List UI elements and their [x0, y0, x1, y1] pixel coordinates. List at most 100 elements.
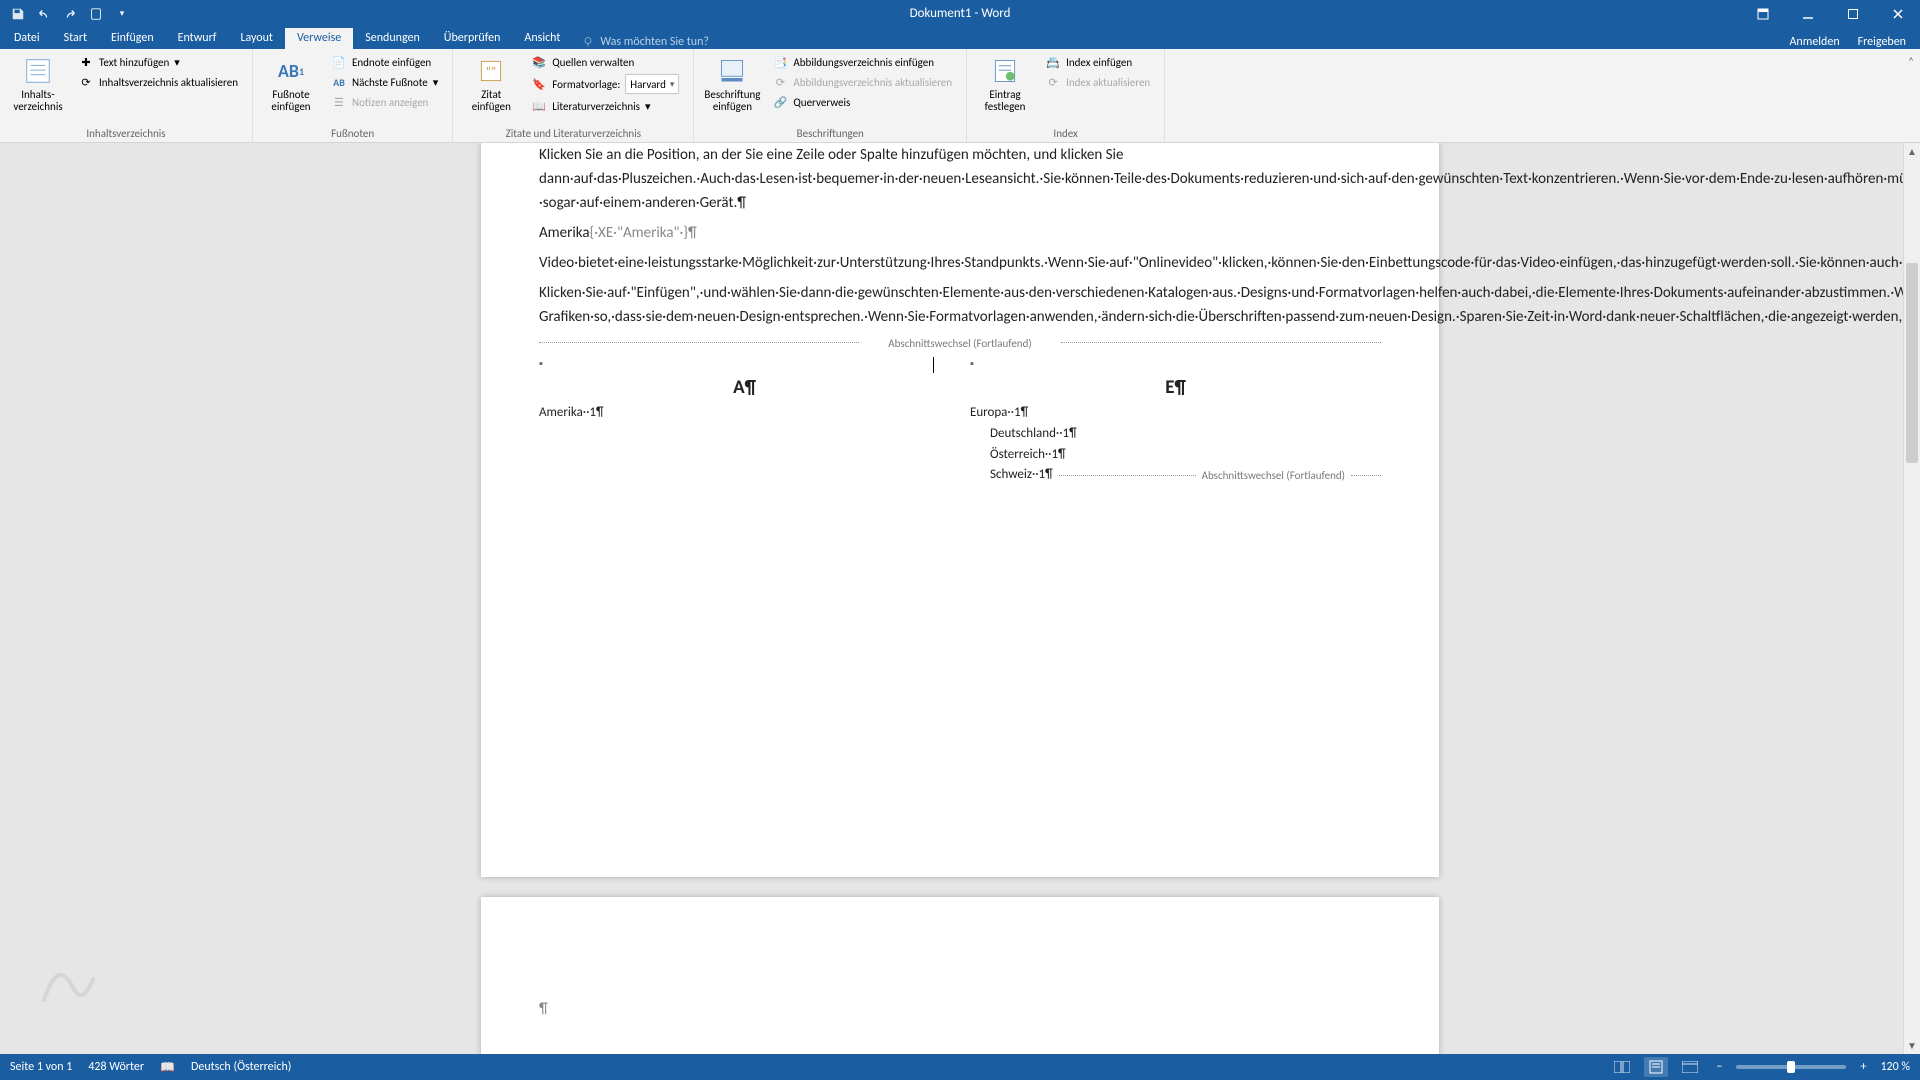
- show-notes-button: ☰Notizen anzeigen: [327, 93, 442, 111]
- index-subentry[interactable]: Österreich··1¶: [970, 445, 1381, 466]
- svg-text:“”: “”: [486, 64, 496, 79]
- tab-references[interactable]: Verweise: [285, 28, 353, 49]
- lightbulb-icon: [582, 36, 594, 48]
- scroll-up-icon[interactable]: ▲: [1904, 143, 1920, 160]
- insert-footnote-button[interactable]: AB1 Fußnote einfügen: [263, 53, 319, 113]
- index-heading-e[interactable]: E¶: [970, 373, 1381, 403]
- empty-paragraph[interactable]: ¶: [539, 997, 1381, 1021]
- zoom-slider-thumb[interactable]: [1787, 1061, 1795, 1073]
- index-heading-a[interactable]: A¶: [539, 373, 950, 403]
- zoom-in-button[interactable]: +: [1856, 1060, 1870, 1074]
- tab-layout[interactable]: Layout: [228, 28, 285, 49]
- word-count[interactable]: 428 Wörter: [88, 1060, 144, 1074]
- citation-icon: “”: [475, 55, 507, 87]
- show-notes-icon: ☰: [331, 94, 347, 110]
- mark-entry-button[interactable]: Eintrag festlegen: [977, 53, 1033, 113]
- caption-label: Beschriftung einfügen: [704, 89, 760, 113]
- tab-insert[interactable]: Einfügen: [99, 28, 166, 49]
- print-layout-icon[interactable]: [1644, 1057, 1668, 1077]
- cross-reference-button[interactable]: 🔗Querverweis: [768, 93, 956, 111]
- insert-caption-button[interactable]: Beschriftung einfügen: [704, 53, 760, 113]
- tell-me-placeholder: Was möchten Sie tun?: [600, 35, 709, 49]
- toc-icon: [22, 55, 54, 87]
- page-indicator[interactable]: Seite 1 von 1: [10, 1060, 72, 1074]
- style-dropdown[interactable]: Harvard▾: [625, 74, 679, 94]
- web-layout-icon[interactable]: [1678, 1057, 1702, 1077]
- scroll-down-icon[interactable]: ▼: [1904, 1037, 1920, 1054]
- minimize-button[interactable]: [1785, 0, 1830, 27]
- vertical-scrollbar[interactable]: ▲ ▼: [1903, 143, 1920, 1054]
- body-paragraph[interactable]: Video·bietet·eine·leistungsstarke·Möglic…: [539, 251, 1381, 275]
- document-area[interactable]: Klicken Sie an die Position, an der Sie …: [0, 143, 1920, 1054]
- citation-style-combo[interactable]: 🔖 Formatvorlage: Harvard▾: [527, 73, 683, 95]
- ribbon: Inhalts- verzeichnis ✚Text hinzufügen ▾ …: [0, 49, 1920, 143]
- crossref-icon: 🔗: [772, 94, 788, 110]
- tab-view[interactable]: Ansicht: [512, 28, 572, 49]
- zoom-level[interactable]: 120 %: [1880, 1060, 1910, 1074]
- group-captions: Beschriftung einfügen 📑Abbildungsverzeic…: [694, 49, 967, 142]
- title-bar: ▾ Dokument1 - Word: [0, 0, 1920, 27]
- read-mode-icon[interactable]: [1610, 1057, 1634, 1077]
- insert-tof-button[interactable]: 📑Abbildungsverzeichnis einfügen: [768, 53, 956, 71]
- add-text-button[interactable]: ✚Text hinzufügen ▾: [74, 53, 242, 71]
- redo-icon[interactable]: [62, 6, 78, 22]
- qat-customize-icon[interactable]: ▾: [114, 6, 130, 22]
- group-label-toc: Inhaltsverzeichnis: [10, 125, 242, 140]
- group-footnotes: AB1 Fußnote einfügen 📄Endnote einfügen A…: [253, 49, 453, 142]
- tab-mailings[interactable]: Sendungen: [353, 28, 432, 49]
- zoom-slider[interactable]: [1736, 1065, 1846, 1069]
- update-toc-button[interactable]: ⟳Inhaltsverzeichnis aktualisieren: [74, 73, 242, 91]
- tab-review[interactable]: Überprüfen: [432, 28, 513, 49]
- update-tof-button: ⟳Abbildungsverzeichnis aktualisieren: [768, 73, 956, 91]
- insert-endnote-button[interactable]: 📄Endnote einfügen: [327, 53, 442, 71]
- sign-in-link[interactable]: Anmelden: [1789, 35, 1839, 49]
- scroll-thumb[interactable]: [1906, 263, 1918, 463]
- language-indicator[interactable]: Deutsch (Österreich): [191, 1060, 291, 1074]
- next-footnote-icon: AB: [331, 74, 347, 90]
- status-bar: Seite 1 von 1 428 Wörter 📖 Deutsch (Öste…: [0, 1054, 1920, 1080]
- group-citations: “” Zitat einfügen 📚Quellen verwalten 🔖 F…: [453, 49, 694, 142]
- ribbon-display-options-icon[interactable]: [1740, 0, 1785, 27]
- group-label-captions: Beschriftungen: [704, 125, 956, 140]
- toc-button[interactable]: Inhalts- verzeichnis: [10, 53, 66, 113]
- zoom-out-button[interactable]: −: [1712, 1060, 1726, 1074]
- body-paragraph[interactable]: Klicken Sie an die Position, an der Sie …: [539, 143, 1381, 215]
- section-break: Abschnittswechsel (Fortlaufend): [539, 335, 1381, 349]
- index-subentry[interactable]: Deutschland··1¶: [970, 424, 1381, 445]
- toc-label: Inhalts- verzeichnis: [13, 89, 62, 113]
- ribbon-tabs: Datei Start Einfügen Entwurf Layout Verw…: [0, 27, 1920, 49]
- body-paragraph[interactable]: Klicken·Sie·auf·"Einfügen",·und·wählen·S…: [539, 281, 1381, 329]
- tell-me-search[interactable]: Was möchten Sie tun?: [582, 35, 709, 49]
- manage-sources-button[interactable]: 📚Quellen verwalten: [527, 53, 683, 71]
- tab-file[interactable]: Datei: [2, 28, 52, 49]
- proofing-icon[interactable]: 📖: [160, 1060, 175, 1075]
- save-icon[interactable]: [10, 6, 26, 22]
- maximize-button[interactable]: [1830, 0, 1875, 27]
- insert-citation-button[interactable]: “” Zitat einfügen: [463, 53, 519, 113]
- index-columns[interactable]: ▪ A¶ Amerika··1¶ ▪ E¶ Europa··1¶ Deutsch…: [539, 355, 1381, 486]
- tab-design[interactable]: Entwurf: [166, 28, 229, 49]
- insert-index-button[interactable]: 📇Index einfügen: [1041, 53, 1154, 71]
- tab-home[interactable]: Start: [52, 28, 99, 49]
- share-button[interactable]: Freigeben: [1858, 35, 1906, 49]
- page-1[interactable]: Klicken Sie an die Position, an der Sie …: [481, 143, 1439, 877]
- bibliography-button[interactable]: 📖Literaturverzeichnis ▾: [527, 97, 683, 115]
- group-index: Eintrag festlegen 📇Index einfügen ⟳Index…: [967, 49, 1165, 142]
- touch-mode-icon[interactable]: [88, 6, 104, 22]
- group-label-citations: Zitate und Literaturverzeichnis: [463, 125, 683, 140]
- xe-field-paragraph[interactable]: Amerika{·XE·"Amerika"·}¶: [539, 221, 1381, 245]
- style-icon: 🔖: [531, 76, 547, 92]
- next-footnote-button[interactable]: ABNächste Fußnote ▾: [327, 73, 442, 91]
- index-entry[interactable]: Europa··1¶: [970, 403, 1381, 424]
- mark-entry-icon: [989, 55, 1021, 87]
- collapse-ribbon-icon[interactable]: ˄: [1908, 55, 1914, 68]
- index-entry[interactable]: Amerika··1¶: [539, 403, 950, 424]
- bibliography-icon: 📖: [531, 98, 547, 114]
- section-break-inline: Abschnittswechsel (Fortlaufend): [1202, 467, 1345, 485]
- insert-index-icon: 📇: [1045, 54, 1061, 70]
- index-subentry[interactable]: Schweiz··1¶: [970, 465, 1053, 486]
- page-2[interactable]: ¶: [481, 897, 1439, 1054]
- window-title: Dokument1 - Word: [910, 6, 1011, 21]
- close-button[interactable]: [1875, 0, 1920, 27]
- undo-icon[interactable]: [36, 6, 52, 22]
